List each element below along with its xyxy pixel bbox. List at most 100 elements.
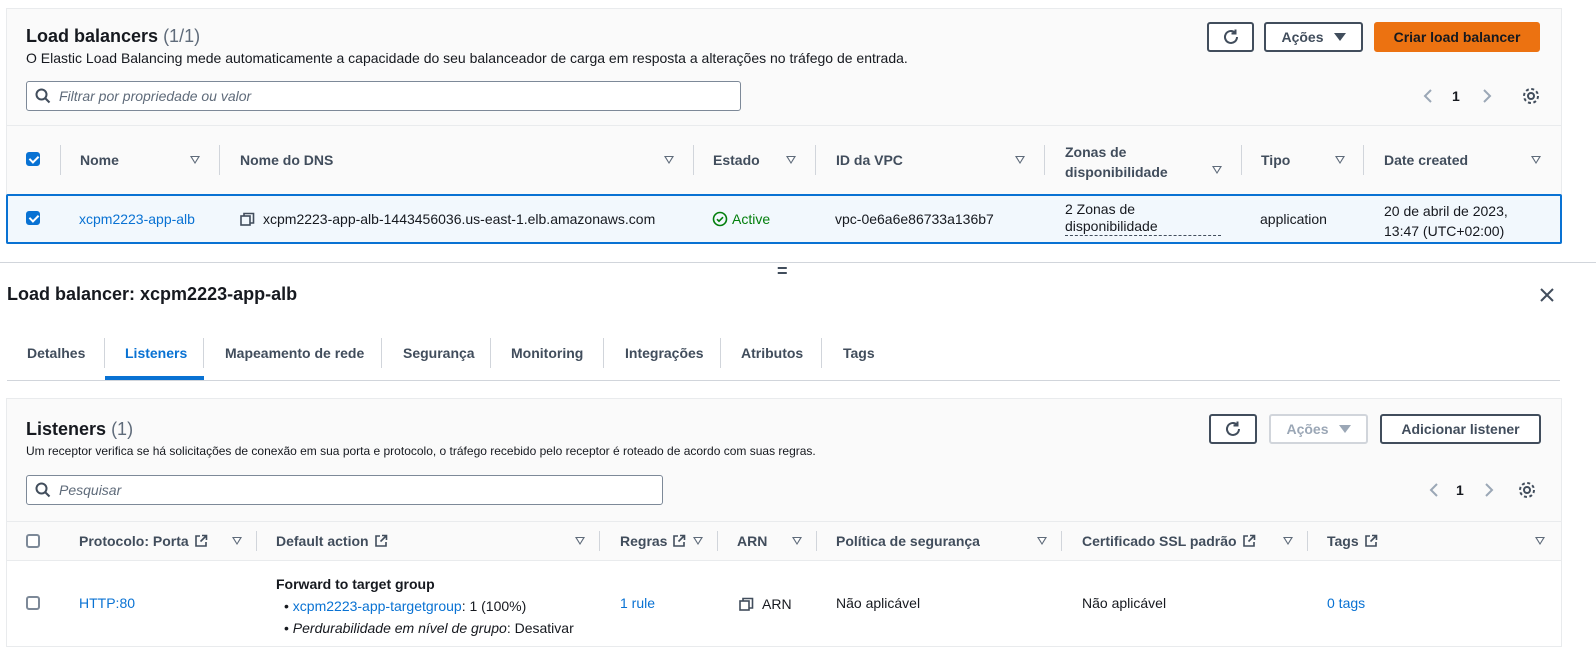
lb-zones-line2: disponibilidade <box>1065 218 1221 236</box>
panel-splitter[interactable] <box>0 262 1596 263</box>
sort-icon[interactable] <box>1335 156 1345 164</box>
lb-filter-input[interactable]: Filtrar por propriedade ou valor <box>26 81 741 111</box>
col-dns[interactable]: Nome do DNS <box>240 152 333 168</box>
copy-icon[interactable] <box>240 212 255 227</box>
target-group-link[interactable]: xcpm2223-app-targetgroup <box>293 598 462 614</box>
settings-gear-icon[interactable] <box>1518 481 1536 499</box>
col-protocolo-porta[interactable]: Protocolo: Porta <box>79 533 208 549</box>
col-certificado-label: Certificado SSL padrão <box>1082 533 1237 549</box>
sort-icon[interactable] <box>786 156 796 164</box>
col-zonas[interactable]: Zonas de disponibilidade <box>1065 142 1168 182</box>
copy-icon[interactable] <box>739 597 754 612</box>
sort-icon[interactable] <box>1212 166 1222 174</box>
listeners-count: (1) <box>111 419 134 439</box>
row-checkbox[interactable] <box>26 596 40 610</box>
lb-panel-heading: Load balancers (1/1) <box>26 26 200 47</box>
col-default-action[interactable]: Default action <box>276 533 388 549</box>
listeners-title: Listeners <box>26 419 107 439</box>
action-target-item: • xcpm2223-app-targetgroup: 1 (100%) <box>284 598 527 614</box>
col-regras[interactable]: Regras <box>620 533 686 549</box>
refresh-icon <box>1226 421 1240 436</box>
lb-date-line2: 13:47 (UTC+02:00) <box>1384 223 1505 239</box>
listeners-refresh-button[interactable] <box>1209 414 1257 444</box>
lb-actions-button[interactable]: Ações <box>1264 22 1363 52</box>
listener-protocol-link[interactable]: HTTP:80 <box>79 595 135 611</box>
sort-icon[interactable] <box>1037 537 1047 545</box>
lb-panel-description: O Elastic Load Balancing mede automatica… <box>26 50 908 66</box>
tab-detalhes[interactable]: Detalhes <box>27 345 85 361</box>
search-icon <box>35 482 51 498</box>
listeners-heading: Listeners (1) <box>26 419 133 440</box>
listeners-actions-button[interactable]: Ações <box>1269 414 1368 444</box>
sort-icon[interactable] <box>232 537 242 545</box>
lb-page-number[interactable]: 1 <box>1452 88 1460 104</box>
add-listener-button[interactable]: Adicionar listener <box>1380 414 1541 444</box>
prev-page-icon[interactable] <box>1427 482 1441 498</box>
tab-integracoes[interactable]: Integrações <box>625 345 704 361</box>
sort-icon[interactable] <box>1283 537 1293 545</box>
next-page-icon[interactable] <box>1482 482 1496 498</box>
tab-atributos[interactable]: Atributos <box>741 345 803 361</box>
select-all-checkbox[interactable] <box>26 534 40 548</box>
tab-seguranca[interactable]: Segurança <box>403 345 475 361</box>
col-vpc[interactable]: ID da VPC <box>836 152 903 168</box>
refresh-icon <box>1223 29 1238 44</box>
col-estado[interactable]: Estado <box>713 152 760 168</box>
prev-page-icon[interactable] <box>1421 88 1435 104</box>
tabs-divider <box>7 380 1560 381</box>
lb-dns-name: xcpm2223-app-alb-1443456036.us-east-1.el… <box>263 211 656 227</box>
action-stickiness-item: • Perdurabilidade em nível de grupo: Des… <box>284 620 574 636</box>
status-check-icon <box>712 211 728 227</box>
listeners-search-input[interactable]: Pesquisar <box>26 475 663 505</box>
sort-icon[interactable] <box>575 537 585 545</box>
close-icon[interactable] <box>1539 287 1555 303</box>
rules-link[interactable]: 1 rule <box>620 595 655 611</box>
col-zonas-line1: Zonas de <box>1065 144 1127 160</box>
settings-gear-icon[interactable] <box>1522 87 1540 105</box>
external-link-icon <box>374 534 387 547</box>
col-arn[interactable]: ARN <box>737 533 767 549</box>
sort-icon[interactable] <box>1531 156 1541 164</box>
lb-actions-label: Ações <box>1281 29 1324 45</box>
lb-date-created: 20 de abril de 2023, 13:47 (UTC+02:00) <box>1384 201 1508 241</box>
splitter-handle[interactable]: = <box>777 261 788 282</box>
lb-name-link[interactable]: xcpm2223-app-alb <box>79 211 195 227</box>
tab-mapeamento-de-rede[interactable]: Mapeamento de rede <box>225 345 364 361</box>
select-all-checkbox[interactable] <box>26 152 40 166</box>
security-policy-value: Não aplicável <box>836 595 921 611</box>
sort-icon[interactable] <box>1535 537 1545 545</box>
caret-down-icon <box>1333 33 1346 41</box>
col-nome[interactable]: Nome <box>80 152 119 168</box>
tags-link[interactable]: 0 tags <box>1327 595 1365 611</box>
col-certificado-ssl[interactable]: Certificado SSL padrão <box>1082 533 1256 549</box>
tab-listeners[interactable]: Listeners <box>125 345 187 361</box>
default-action-cell: Forward to target group • xcpm2223-app-t… <box>276 573 574 639</box>
lb-panel-count: (1/1) <box>163 26 201 46</box>
lb-vpc-id: vpc-0e6a6e86733a136b7 <box>835 211 994 227</box>
listeners-description: Um receptor verifica se há solicitações … <box>26 444 816 458</box>
sort-icon[interactable] <box>1015 156 1025 164</box>
sort-icon[interactable] <box>792 537 802 545</box>
next-page-icon[interactable] <box>1480 88 1494 104</box>
sort-icon[interactable] <box>190 156 200 164</box>
tab-tags[interactable]: Tags <box>843 345 875 361</box>
sort-icon[interactable] <box>664 156 674 164</box>
listeners-page-number[interactable]: 1 <box>1456 482 1464 498</box>
col-date-created[interactable]: Date created <box>1384 152 1468 168</box>
ssl-certificate-value: Não aplicável <box>1082 595 1167 611</box>
row-checkbox[interactable] <box>26 211 40 225</box>
details-title: Load balancer: xcpm2223-app-alb <box>7 284 298 304</box>
col-politica-seguranca[interactable]: Política de segurança <box>836 533 980 549</box>
lb-refresh-button[interactable] <box>1207 22 1254 52</box>
tab-monitoring[interactable]: Monitoring <box>511 345 583 361</box>
col-tags[interactable]: Tags <box>1327 533 1378 549</box>
lb-zones-popover[interactable]: 2 Zonas de disponibilidade <box>1065 201 1221 236</box>
stickiness-value: : Desativar <box>506 620 574 636</box>
external-link-icon <box>673 534 686 547</box>
create-load-balancer-button[interactable]: Criar load balancer <box>1374 22 1540 52</box>
sort-icon[interactable] <box>693 537 703 545</box>
listeners-actions-label: Ações <box>1286 421 1329 437</box>
col-tipo[interactable]: Tipo <box>1261 152 1290 168</box>
search-icon <box>35 88 51 104</box>
lb-filter-placeholder: Filtrar por propriedade ou valor <box>59 88 252 104</box>
